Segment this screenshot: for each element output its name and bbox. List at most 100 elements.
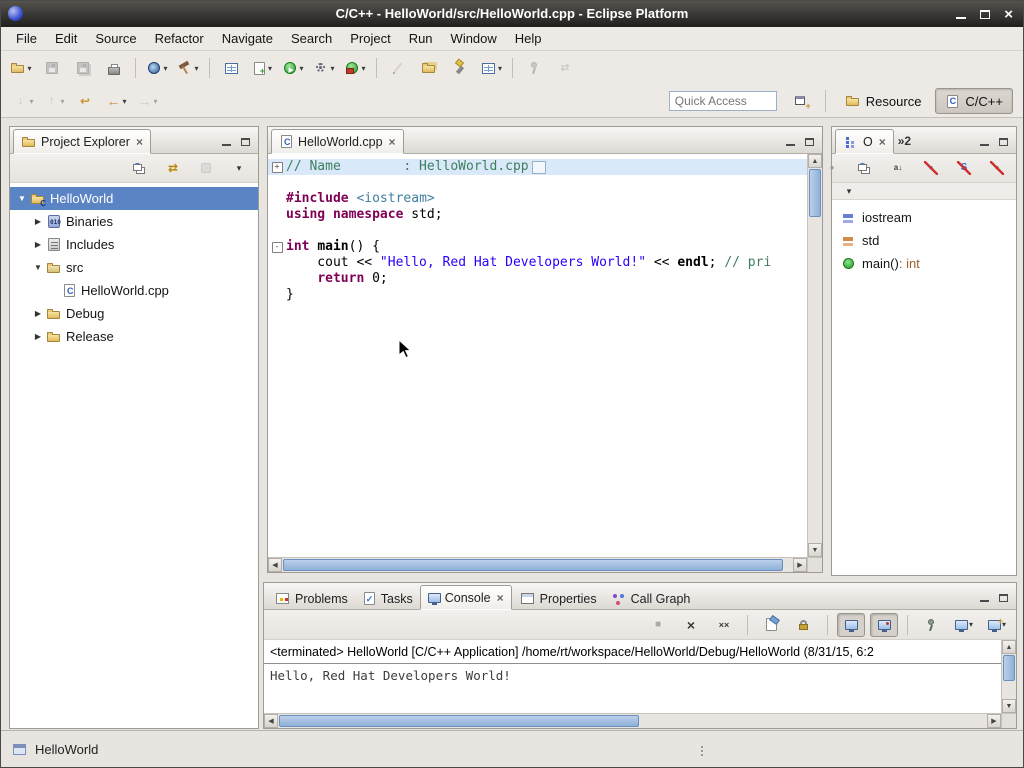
fold-margin[interactable]: +	[268, 159, 286, 175]
outline-item-main-int[interactable]: main() : int	[832, 252, 1016, 275]
clear-console-button[interactable]	[757, 613, 785, 637]
scroll-up-icon[interactable]: ▲	[1002, 640, 1016, 654]
scroll-lock-button[interactable]	[790, 613, 818, 637]
tab-call-graph[interactable]: Call Graph	[604, 587, 698, 610]
fold-margin[interactable]: -	[268, 239, 286, 255]
show-stderr-button[interactable]	[870, 613, 898, 637]
editor-horizontal-scrollbar[interactable]: ◀ ▶	[268, 557, 807, 572]
open-web-browser-button[interactable]: ▾	[143, 56, 171, 80]
menu-run[interactable]: Run	[400, 29, 442, 48]
collapse-all-button[interactable]	[126, 156, 154, 180]
console-horizontal-scrollbar[interactable]: ◀ ▶	[264, 713, 1001, 728]
open-type-button[interactable]	[415, 56, 443, 80]
tab-project-explorer[interactable]: Project Explorer ×	[13, 129, 151, 154]
fold-minus-icon[interactable]: -	[272, 242, 283, 253]
maximize-view-button[interactable]	[241, 138, 250, 146]
maximize-window-button[interactable]	[980, 10, 990, 19]
scroll-left-icon[interactable]: ◀	[268, 558, 282, 572]
menu-edit[interactable]: Edit	[46, 29, 86, 48]
editor-tab-helloworld-cpp[interactable]: HelloWorld.cpp ×	[271, 129, 404, 154]
console-content[interactable]: <terminated> HelloWorld [C/C++ Applicati…	[264, 640, 1001, 713]
menu-file[interactable]: File	[7, 29, 46, 48]
quick-access-input[interactable]	[669, 91, 777, 111]
remove-all-terminated-button[interactable]: ××	[710, 613, 738, 637]
expander-icon[interactable]: ▶	[30, 309, 46, 318]
maximize-view-button[interactable]	[999, 138, 1008, 146]
project-tree[interactable]: ▼CHelloWorld▶Binaries▶Includes▼srcHelloW…	[10, 184, 258, 728]
tab-outline[interactable]: O ×	[835, 129, 894, 154]
tree-item-binaries[interactable]: ▶Binaries	[10, 210, 258, 233]
code-editor[interactable]: +// Name : HelloWorld.cpp#include <iostr…	[268, 154, 807, 557]
menu-project[interactable]: Project	[341, 29, 399, 48]
maximize-view-button[interactable]	[805, 138, 814, 146]
tree-item-debug[interactable]: ▶Debug	[10, 302, 258, 325]
close-icon[interactable]: ×	[497, 591, 504, 605]
outline-item-iostream[interactable]: iostream	[832, 206, 1016, 229]
debug-dialog-button[interactable]	[217, 56, 245, 80]
minimize-view-button[interactable]	[980, 144, 989, 146]
expander-icon[interactable]: ▼	[14, 194, 30, 203]
annotation-nav-button[interactable]: ▾	[477, 56, 505, 80]
maximize-view-button[interactable]	[999, 594, 1008, 602]
tree-item-release[interactable]: ▶Release	[10, 325, 258, 348]
run-config-button[interactable]: ▾	[310, 56, 338, 80]
menu-refactor[interactable]: Refactor	[146, 29, 213, 48]
last-edit-location-button[interactable]: ↩	[71, 89, 99, 113]
expander-icon[interactable]: ▶	[30, 217, 46, 226]
open-console-button[interactable]: ▾	[983, 613, 1011, 637]
back-button[interactable]: ←▾	[102, 89, 130, 113]
open-perspective-button[interactable]	[788, 89, 816, 113]
perspective-resource[interactable]: Resource	[835, 88, 932, 114]
tree-item-helloworld-cpp[interactable]: HelloWorld.cpp	[10, 279, 258, 302]
close-icon[interactable]: ×	[136, 135, 143, 149]
sort-button[interactable]: a↓	[884, 156, 912, 180]
minimize-window-button[interactable]	[956, 17, 966, 19]
tab-properties[interactable]: Properties	[512, 587, 604, 610]
perspective-c-c[interactable]: CC/C++	[935, 88, 1013, 114]
expander-icon[interactable]: ▶	[30, 240, 46, 249]
tab-console[interactable]: Console×	[420, 585, 512, 610]
tab-problems[interactable]: Problems	[267, 587, 355, 610]
external-tools-button[interactable]: ▾	[341, 56, 369, 80]
minimize-view-button[interactable]	[222, 144, 231, 146]
tree-item-src[interactable]: ▼src	[10, 256, 258, 279]
outline-items[interactable]: iostreamstdmain() : int	[832, 200, 1016, 275]
outline-item-std[interactable]: std	[832, 229, 1016, 252]
print-button[interactable]	[100, 56, 128, 80]
menu-navigate[interactable]: Navigate	[213, 29, 282, 48]
expander-icon[interactable]: ▼	[30, 263, 46, 272]
fold-plus-icon[interactable]: +	[272, 162, 283, 173]
minimize-view-button[interactable]	[980, 600, 989, 602]
editor-vertical-scrollbar[interactable]: ▲ ▼	[807, 154, 822, 557]
view-menu-button[interactable]: ▾	[835, 179, 863, 203]
scroll-down-icon[interactable]: ▼	[808, 543, 822, 557]
menu-window[interactable]: Window	[442, 29, 506, 48]
link-with-editor-button[interactable]: ⇄	[159, 156, 187, 180]
scroll-right-icon[interactable]: ▶	[987, 714, 1001, 728]
menu-source[interactable]: Source	[86, 29, 145, 48]
scroll-right-icon[interactable]: ▶	[793, 558, 807, 572]
menu-search[interactable]: Search	[282, 29, 341, 48]
search-button[interactable]	[446, 56, 474, 80]
tab-overflow-indicator[interactable]: »2	[898, 134, 911, 148]
folded-region-box[interactable]	[532, 161, 546, 174]
close-icon[interactable]: ×	[879, 135, 886, 149]
close-window-button[interactable]: ×	[1004, 7, 1013, 22]
tree-item-helloworld[interactable]: ▼CHelloWorld	[10, 187, 258, 210]
run-button[interactable]: ▾	[279, 56, 307, 80]
scroll-thumb[interactable]	[1003, 655, 1015, 681]
console-vertical-scrollbar[interactable]: ▲ ▼	[1001, 640, 1016, 713]
hide-nonpublic-button[interactable]: ●	[983, 156, 1011, 180]
pin-console-button[interactable]	[917, 613, 945, 637]
new-wizard-button[interactable]: +▾	[7, 56, 35, 80]
status-sash-handle[interactable]	[701, 746, 703, 748]
view-menu-button[interactable]: ▾	[225, 156, 253, 180]
new-source-file-button[interactable]: ▾	[248, 56, 276, 80]
build-button[interactable]: ▾	[174, 56, 202, 80]
menu-help[interactable]: Help	[506, 29, 551, 48]
tree-item-includes[interactable]: ▶Includes	[10, 233, 258, 256]
focus-button[interactable]: ●	[818, 156, 846, 180]
expander-icon[interactable]: ▶	[30, 332, 46, 341]
close-icon[interactable]: ×	[389, 135, 396, 149]
remove-launch-button[interactable]: ×	[677, 613, 705, 637]
